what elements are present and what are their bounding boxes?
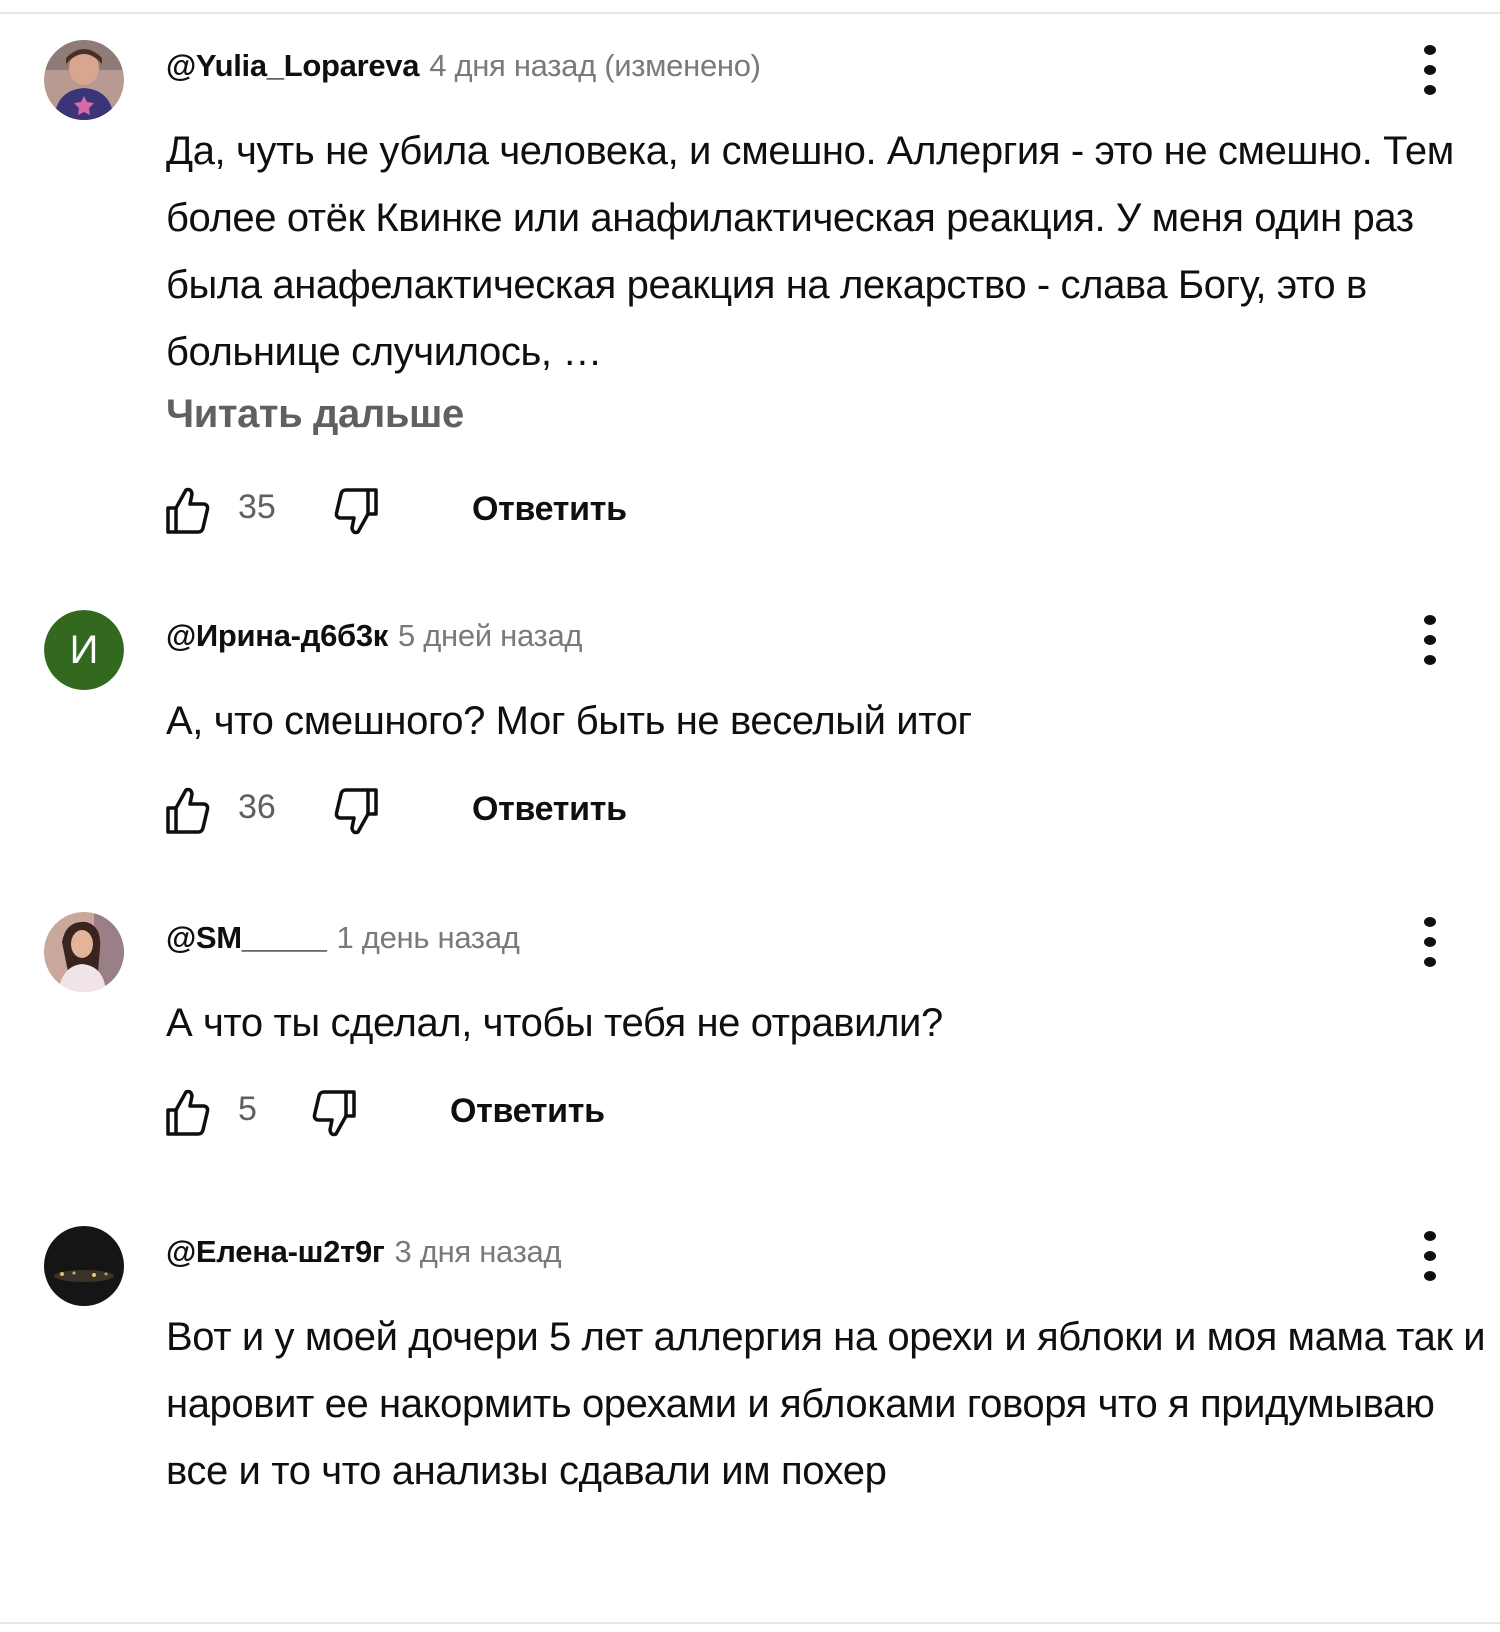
comment-timestamp[interactable]: 3 дня назад: [395, 1234, 562, 1269]
reply-button[interactable]: Ответить: [472, 790, 627, 829]
read-more-link[interactable]: Читать дальше: [166, 392, 464, 437]
comment-header: @Елена-ш2т9г 3 дня назад: [166, 1234, 562, 1270]
thumb-up-outline-icon: [166, 487, 210, 534]
more-vert-icon[interactable]: [1410, 40, 1450, 100]
thumb-down-outline-icon: [334, 488, 378, 535]
more-vert-icon[interactable]: [1410, 912, 1450, 972]
dislike-button[interactable]: [310, 1082, 360, 1142]
comment-header: @Yulia_Lopareva 4 дня назад (изменено): [166, 48, 761, 84]
comment-text: А что ты сделал, чтобы тебя не отравили?: [166, 1001, 943, 1045]
reply-button[interactable]: Ответить: [450, 1092, 605, 1131]
avatar[interactable]: [44, 912, 124, 992]
avatar[interactable]: [44, 40, 124, 120]
comment-header: @SM_____ 1 день назад: [166, 920, 520, 956]
thumb-down-outline-icon: [334, 788, 378, 835]
comment-author[interactable]: @Yulia_Lopareva: [166, 48, 419, 83]
like-button[interactable]: [162, 480, 212, 540]
comment-author[interactable]: @SM_____: [166, 920, 327, 955]
comment-text: Вот и у моей дочери 5 лет аллергия на ор…: [166, 1315, 1486, 1493]
reply-button[interactable]: Ответить: [472, 490, 627, 529]
comment-timestamp[interactable]: 5 дней назад: [398, 618, 582, 653]
comment-timestamp[interactable]: 4 дня назад (изменено): [429, 48, 761, 83]
comment-author[interactable]: @Елена-ш2т9г: [166, 1234, 385, 1269]
avatar[interactable]: [44, 1226, 124, 1306]
avatar[interactable]: И: [44, 610, 124, 690]
dislike-button[interactable]: [332, 480, 382, 540]
thumb-up-outline-icon: [166, 787, 210, 834]
comment-timestamp[interactable]: 1 день назад: [337, 920, 520, 955]
like-count: 36: [238, 788, 276, 826]
more-vert-icon[interactable]: [1410, 610, 1450, 670]
more-vert-icon[interactable]: [1410, 1226, 1450, 1286]
like-count: 35: [238, 488, 276, 526]
comment-header: @Ирина-д6б3к 5 дней назад: [166, 618, 583, 654]
comment-text: Да, чуть не убила человека, и смешно. Ал…: [166, 129, 1454, 374]
comment-author[interactable]: @Ирина-д6б3к: [166, 618, 388, 653]
avatar-letter: И: [44, 610, 124, 690]
dislike-button[interactable]: [332, 780, 382, 840]
comment-text: А, что смешного? Мог быть не веселый ито…: [166, 699, 972, 743]
like-button[interactable]: [162, 1082, 212, 1142]
thumb-up-outline-icon: [166, 1089, 210, 1136]
like-count: 5: [238, 1090, 257, 1128]
like-button[interactable]: [162, 780, 212, 840]
thumb-down-outline-icon: [312, 1090, 356, 1137]
